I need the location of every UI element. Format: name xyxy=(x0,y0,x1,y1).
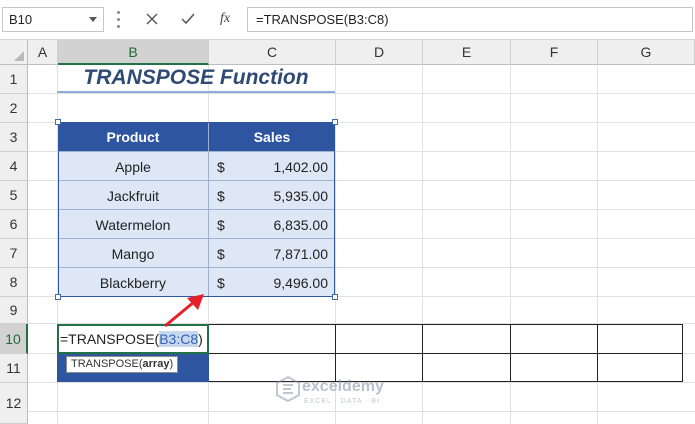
column-header-e[interactable]: E xyxy=(423,40,511,65)
name-box-dropdown-icon[interactable] xyxy=(89,17,97,22)
formula-bar-grip-icon[interactable] xyxy=(116,11,120,28)
range-resize-handle[interactable] xyxy=(332,119,338,125)
exceldemy-logo-icon xyxy=(276,376,300,402)
formula-bar: B10 fx =TRANSPOSE(B3:C8) xyxy=(0,0,695,40)
output-cell[interactable] xyxy=(422,324,511,354)
range-resize-handle[interactable] xyxy=(55,119,61,125)
row-header-8[interactable]: 8 xyxy=(0,268,28,297)
row-header-11[interactable]: 11 xyxy=(0,354,28,383)
formula-input[interactable]: =TRANSPOSE(B3:C8) xyxy=(247,7,693,32)
column-header-g[interactable]: G xyxy=(598,40,695,65)
select-all-button[interactable] xyxy=(0,40,28,65)
output-cell[interactable] xyxy=(597,353,683,382)
column-header-f[interactable]: F xyxy=(511,40,598,65)
tooltip-close-paren: ) xyxy=(169,358,174,370)
cancel-icon[interactable] xyxy=(141,9,163,29)
row-header-1[interactable]: 1 xyxy=(0,65,28,94)
sheet-title: TRANSPOSE Function xyxy=(57,64,335,93)
name-box-value: B10 xyxy=(9,12,33,27)
range-resize-handle[interactable] xyxy=(55,294,61,300)
tooltip-function-name: TRANSPOSE( xyxy=(71,358,143,370)
output-cell[interactable] xyxy=(597,324,683,354)
row-header-9[interactable]: 9 xyxy=(0,297,28,324)
row-header-10[interactable]: 10 xyxy=(0,324,28,354)
output-cell[interactable] xyxy=(422,353,511,382)
name-box[interactable]: B10 xyxy=(2,7,104,32)
output-cell[interactable] xyxy=(208,324,336,354)
output-cell[interactable] xyxy=(510,353,598,382)
formula-prefix: =TRANSPOSE( xyxy=(60,331,160,347)
referenced-range-border xyxy=(58,122,335,297)
range-resize-handle[interactable] xyxy=(332,294,338,300)
checkmark-icon[interactable] xyxy=(177,9,199,29)
output-cell[interactable] xyxy=(335,324,423,354)
insert-function-icon[interactable]: fx xyxy=(214,9,236,29)
row-header-7[interactable]: 7 xyxy=(0,239,28,268)
column-header-b[interactable]: B xyxy=(58,40,209,65)
row-header-6[interactable]: 6 xyxy=(0,210,28,239)
watermark-tagline: EXCEL · DATA · BI xyxy=(304,398,380,405)
function-argument-tooltip[interactable]: TRANSPOSE(array) xyxy=(66,356,179,373)
row-header-5[interactable]: 5 xyxy=(0,181,28,210)
annotation-arrow-icon xyxy=(164,294,204,328)
column-header-c[interactable]: C xyxy=(209,40,336,65)
row-header-3[interactable]: 3 xyxy=(0,123,28,152)
formula-range-reference[interactable]: B3:C8 xyxy=(159,331,199,347)
watermark: exceldemy EXCEL · DATA · BI xyxy=(276,374,416,414)
column-header-d[interactable]: D xyxy=(336,40,423,65)
formula-suffix: ) xyxy=(198,331,203,347)
column-header-a[interactable]: A xyxy=(28,40,58,65)
watermark-brand: exceldemy xyxy=(302,378,384,395)
tooltip-argument[interactable]: array xyxy=(143,358,170,370)
row-header-4[interactable]: 4 xyxy=(0,152,28,181)
row-header-2[interactable]: 2 xyxy=(0,94,28,123)
row-header-12[interactable]: 12 xyxy=(0,383,28,424)
output-cell[interactable] xyxy=(510,324,598,354)
